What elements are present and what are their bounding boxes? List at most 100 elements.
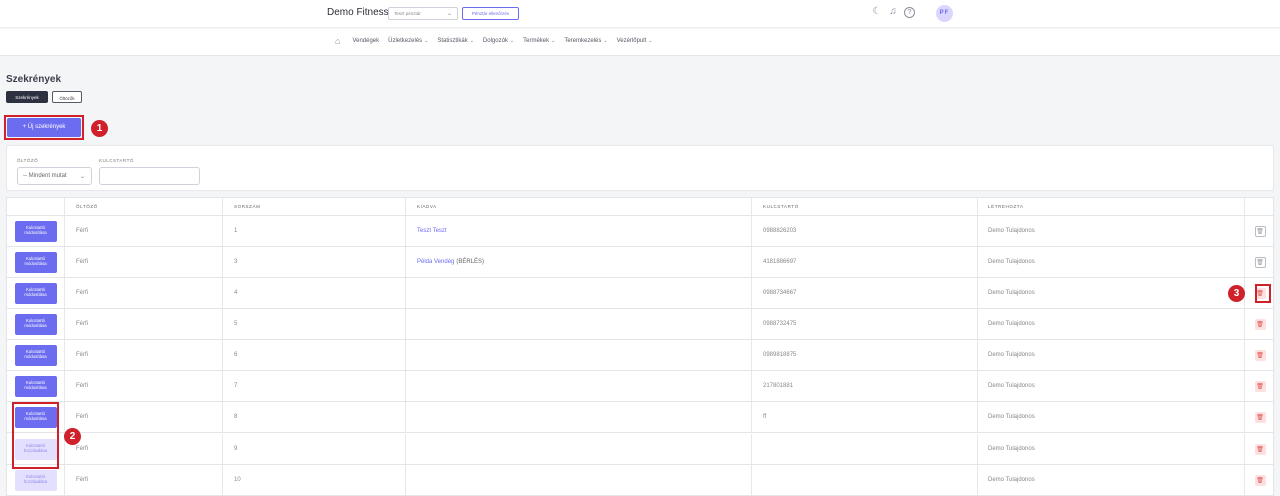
cell-kiadva xyxy=(406,402,752,432)
nav-item-4[interactable]: Termékek ⌄ xyxy=(523,38,555,44)
lockers-table: ÖLTÖZŐ SORSZÁM KIADVA KULCSTARTÓ LÉTREHO… xyxy=(6,197,1274,496)
oltozo-select[interactable]: -- Mindent mutat ⌄ xyxy=(17,167,92,185)
register-select[interactable]: Teszt pénztár ⌄ xyxy=(388,7,458,20)
cell-kulcstarto: 0988826203 xyxy=(752,216,978,246)
delete-button[interactable]: 🗑 xyxy=(1254,318,1266,330)
cell-kulcstarto xyxy=(752,434,978,464)
trash-icon: 🗑 xyxy=(1256,383,1264,390)
avatar[interactable]: PF xyxy=(936,5,953,22)
cell-sorszam: 5 xyxy=(223,309,406,339)
col-header-kiadva[interactable]: KIADVA xyxy=(406,198,752,215)
highlight-box-delete-button xyxy=(1255,284,1271,303)
delete-button[interactable]: 🗑 xyxy=(1254,443,1266,455)
highlight-box-new-button xyxy=(4,115,84,140)
callout-badge-3: 3 xyxy=(1228,285,1245,302)
delete-button[interactable]: 🗑 xyxy=(1254,349,1266,361)
table-row: Kulcstartó módosítása Férfi 7 217801881 Demo… xyxy=(7,371,1273,402)
cell-sorszam: 6 xyxy=(223,340,406,370)
callout-badge-1: 1 xyxy=(91,120,108,137)
cell-kiadva xyxy=(406,465,752,495)
keyholder-button[interactable]: Kulcstartó módosítása xyxy=(14,282,57,304)
help-icon[interactable]: ? xyxy=(904,7,915,18)
cell-oltozo: Férfi xyxy=(65,371,223,401)
keyholder-button[interactable]: Kulcstartó hozzáadása xyxy=(14,469,57,491)
trash-icon: 🗑 xyxy=(1256,352,1264,359)
nav-item-6[interactable]: Vezérlőpult ⌄ xyxy=(617,38,653,44)
cell-delete: 🗑 xyxy=(1245,340,1273,370)
cell-letrehozta: Demo Tulajdonos xyxy=(978,434,1245,464)
cell-delete: 🗑 xyxy=(1245,434,1273,464)
nav-item-label: Vezérlőpult xyxy=(616,38,647,44)
nav-item-2[interactable]: Statisztikák ⌄ xyxy=(437,38,474,44)
cell-kiadva xyxy=(406,371,752,401)
highlight-box-keyholder-buttons xyxy=(12,402,59,469)
col-header-sorszam[interactable]: SORSZÁM xyxy=(223,198,406,215)
cell-letrehozta: Demo Tulajdonos xyxy=(978,309,1245,339)
cell-kulcstarto: 4181886697 xyxy=(752,247,978,277)
nav-item-label: Dolgozók xyxy=(482,38,508,44)
col-header-kulcstarto[interactable]: KULCSTARTÓ xyxy=(752,198,978,215)
table-row: Kulcstartó módosítása Férfi 8 ff Demo Tulajd… xyxy=(7,402,1273,433)
oltozo-select-value: -- Mindent mutat xyxy=(23,173,67,179)
tab-oltozok[interactable]: Öltözők xyxy=(52,91,82,103)
delete-button[interactable]: 🗑 xyxy=(1254,474,1266,486)
cell-oltozo: Férfi xyxy=(65,278,223,308)
cell-delete: 🗑 xyxy=(1245,309,1273,339)
cell-oltozo: Férfi xyxy=(65,340,223,370)
keyholder-button[interactable]: Kulcstartó módosítása xyxy=(14,313,57,335)
nav-item-5[interactable]: Teremkezelés ⌄ xyxy=(564,38,607,44)
kulcstarto-input[interactable] xyxy=(99,167,200,185)
keyholder-button[interactable]: Kulcstartó módosítása xyxy=(14,251,57,273)
cell-oltozo: Férfi xyxy=(65,402,223,432)
cell-letrehozta: Demo Tulajdonos xyxy=(978,402,1245,432)
cell-action: Kulcstartó módosítása xyxy=(7,247,65,277)
main-nav: ⌂ Vendégek Üzletkezelés ⌄ Statisztikák ⌄ Dolg… xyxy=(0,29,1280,56)
tab-szekrenyek[interactable]: Szekrények xyxy=(6,91,48,103)
nav-item-label: Üzletkezelés xyxy=(388,38,423,44)
nav-item-3[interactable]: Dolgozók ⌄ xyxy=(483,38,514,44)
keyholder-button[interactable]: Kulcstartó módosítása xyxy=(14,375,57,397)
cell-kulcstarto: 217801881 xyxy=(752,371,978,401)
delete-button[interactable]: 🗑 xyxy=(1254,256,1266,268)
col-header-letrehozta[interactable]: LÉTREHOZTA xyxy=(978,198,1245,215)
cell-delete: 🗑 xyxy=(1245,216,1273,246)
top-header: Demo Fitness Teszt pénztár ⌄ Pénztár ell… xyxy=(0,0,1280,28)
nav-item-label: Vendégek xyxy=(352,38,380,44)
bell-icon[interactable]: ♫ xyxy=(887,6,899,18)
cell-sorszam: 8 xyxy=(223,402,406,432)
delete-button[interactable]: 🗑 xyxy=(1254,380,1266,392)
nav-item-label: Termékek xyxy=(523,38,550,44)
table-header-row: ÖLTÖZŐ SORSZÁM KIADVA KULCSTARTÓ LÉTREHO… xyxy=(7,198,1273,216)
register-select-value: Teszt pénztár xyxy=(394,11,421,16)
cell-oltozo: Férfi xyxy=(65,216,223,246)
cell-sorszam: 10 xyxy=(223,465,406,495)
keyholder-button[interactable]: Kulcstartó módosítása xyxy=(14,220,57,242)
guest-link[interactable]: Példa Vendég xyxy=(417,259,454,265)
guest-link[interactable]: Teszt Teszt xyxy=(417,228,447,234)
delete-button[interactable]: 🗑 xyxy=(1254,225,1266,237)
nav-item-1[interactable]: Üzletkezelés ⌄ xyxy=(388,38,428,44)
cell-oltozo: Férfi xyxy=(65,465,223,495)
table-row: Kulcstartó módosítása Férfi 6 0989818875 Dem… xyxy=(7,340,1273,371)
cell-delete: 🗑 xyxy=(1245,247,1273,277)
nav-item-0[interactable]: Vendégek xyxy=(352,38,379,44)
table-row: Kulcstartó hozzáadása Férfi 10 Demo Tulajdo… xyxy=(7,465,1273,495)
cell-sorszam: 9 xyxy=(223,434,406,464)
table-row: Kulcstartó módosítása Férfi 1 Teszt Teszt 09… xyxy=(7,216,1273,247)
col-header-oltozo[interactable]: ÖLTÖZŐ xyxy=(65,198,223,215)
nav-item-label: Statisztikák xyxy=(437,38,468,44)
cell-letrehozta: Demo Tulajdonos xyxy=(978,340,1245,370)
cell-kiadva xyxy=(406,278,752,308)
keyholder-button[interactable]: Kulcstartó módosítása xyxy=(14,344,57,366)
trash-icon: 🗑 xyxy=(1256,228,1264,235)
home-icon[interactable]: ⌂ xyxy=(335,36,340,46)
delete-button[interactable]: 🗑 xyxy=(1254,411,1266,423)
col-header-action xyxy=(7,198,65,215)
cell-letrehozta: Demo Tulajdonos xyxy=(978,465,1245,495)
moon-icon[interactable]: ☾ xyxy=(871,6,883,18)
cell-kulcstarto xyxy=(752,465,978,495)
cell-action: Kulcstartó hozzáadása xyxy=(7,465,65,495)
table-row: Kulcstartó módosítása Férfi 5 0988732475 Dem… xyxy=(7,309,1273,340)
trash-icon: 🗑 xyxy=(1256,321,1264,328)
register-check-button[interactable]: Pénztár ellenőrzés xyxy=(462,7,519,20)
